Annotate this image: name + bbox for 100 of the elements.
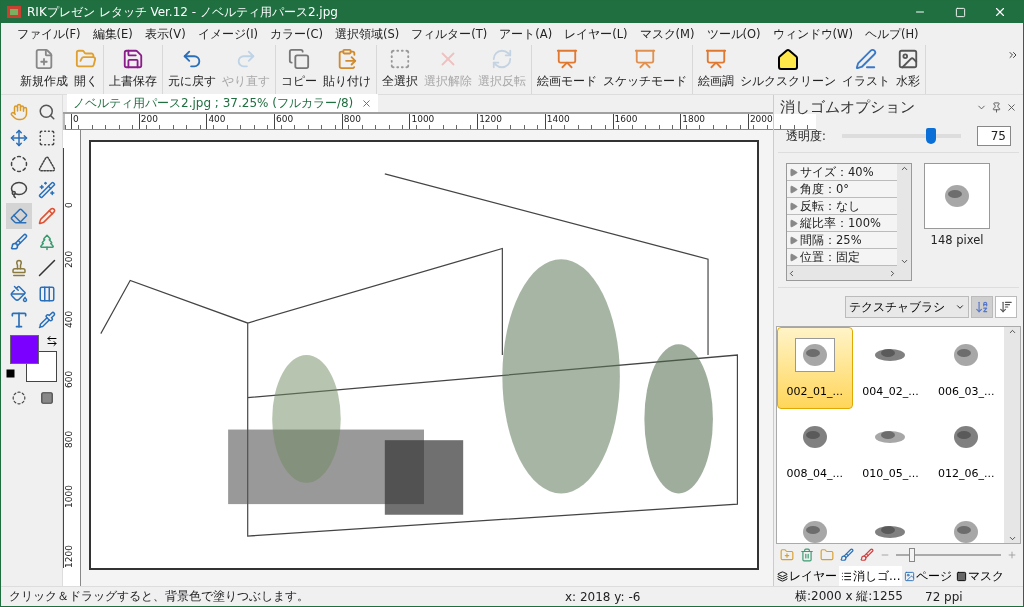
sort-name-button[interactable]	[971, 296, 993, 318]
sort-order-button[interactable]	[995, 296, 1017, 318]
square-icon	[956, 570, 968, 582]
close-icon[interactable]	[1006, 102, 1017, 113]
layers-icon	[777, 570, 788, 582]
panel-tab[interactable]: レイヤー	[775, 566, 839, 586]
menu-item[interactable]: 編集(E)	[86, 24, 139, 44]
easel-icon	[705, 48, 727, 70]
menu-item[interactable]: アート(A)	[493, 24, 559, 44]
chevron-down-icon[interactable]	[1007, 534, 1017, 543]
color-swatches-drawing[interactable]	[6, 335, 58, 383]
panel-tab[interactable]: ページ	[902, 566, 955, 586]
app-icon	[7, 6, 21, 18]
toolbar-button[interactable]: スケッチモード	[600, 45, 690, 94]
menu-item[interactable]: 選択領域(S)	[329, 24, 406, 44]
overflow-icon[interactable]	[1007, 49, 1019, 61]
menu-item[interactable]: ファイル(F)	[11, 24, 87, 44]
status-message: クリック＆ドラッグすると、背景色で塗りつぶします。	[9, 588, 310, 605]
line-icon	[38, 259, 56, 277]
chevron-down-icon[interactable]	[899, 257, 909, 266]
chevron-left-icon[interactable]	[787, 268, 796, 278]
toolbar-button[interactable]: 開く	[71, 45, 101, 94]
toolbar-button[interactable]: 絵画調	[695, 45, 737, 94]
menu-item[interactable]: カラー(C)	[264, 24, 330, 44]
ruler-label: 1000	[63, 448, 80, 508]
ruler-label: 1200	[477, 114, 545, 129]
eyedropper-icon	[38, 311, 56, 329]
add-brush-icon[interactable]	[840, 548, 854, 562]
chevron-right-icon[interactable]	[888, 268, 897, 278]
brush-item[interactable]: 004_02_...	[852, 327, 929, 409]
list-icon	[841, 570, 852, 582]
cursor-position: x: 2018 y: -6	[565, 589, 642, 604]
toolbar-button[interactable]: 元に戻す	[165, 45, 219, 94]
menu-item[interactable]: ヘルプ(H)	[858, 24, 925, 44]
menu-item[interactable]: 表示(V)	[138, 24, 192, 44]
panel-tab[interactable]: マスク	[954, 566, 1007, 586]
category-dropdown[interactable]: テクスチャブラシ	[845, 296, 969, 318]
toolbar-button[interactable]: 新規作成	[17, 45, 71, 94]
panel-tab[interactable]: 消しゴ...	[839, 566, 903, 586]
document-tab[interactable]: ノベルティ用パース2.jpg ; 37.25% (フルカラー/8)	[67, 94, 379, 112]
ruler-label: 600	[274, 114, 342, 129]
close-icon	[993, 5, 1007, 19]
toolbar-button[interactable]: 水彩	[893, 45, 923, 94]
opacity-field[interactable]: 75	[977, 126, 1011, 146]
scrollbar[interactable]	[1004, 327, 1020, 543]
folder-icon	[75, 48, 97, 70]
picture-icon	[904, 570, 916, 582]
brush-item[interactable]: 012_06_...	[928, 409, 1004, 491]
sort-icon	[999, 300, 1013, 314]
ruler-label: 800	[341, 114, 410, 129]
brush-item[interactable]: 010_05_...	[852, 409, 929, 491]
ruler-label: 1600	[612, 114, 681, 129]
menu-item[interactable]: レイヤー(L)	[558, 24, 634, 44]
brush-item[interactable]: 008_04_...	[777, 409, 853, 491]
menu-item[interactable]: ウィンドウ(W)	[766, 24, 859, 44]
brush-item[interactable]: 002_01_...	[777, 327, 853, 409]
scrollbar[interactable]	[897, 164, 911, 266]
stamp-icon	[10, 259, 28, 277]
paste-icon	[336, 48, 358, 70]
swap-icon[interactable]	[46, 335, 58, 347]
pin-icon[interactable]	[991, 102, 1002, 113]
brush-size: 148 pixel	[930, 233, 984, 247]
close-icon[interactable]	[361, 97, 373, 109]
hand-icon	[10, 103, 28, 121]
toolbar-button[interactable]: 全選択	[379, 45, 421, 94]
chevron-up-icon[interactable]	[899, 164, 909, 173]
remove-brush-icon[interactable]	[860, 548, 874, 562]
brush-item[interactable]: 006_03_...	[928, 327, 1004, 409]
ruler-label: 1800	[680, 114, 748, 129]
menu-item[interactable]: マスク(M)	[633, 24, 701, 44]
chevron-up-icon[interactable]	[1007, 327, 1017, 336]
picture-icon	[897, 48, 919, 70]
menu-item[interactable]: ツール(O)	[700, 24, 767, 44]
trash-icon[interactable]	[800, 548, 814, 562]
dashed-triangle-icon	[38, 155, 56, 173]
toolbar-button[interactable]: 絵画モード	[534, 45, 600, 94]
toolbar-button[interactable]: 上書保存	[106, 45, 160, 94]
pen-icon	[855, 48, 877, 70]
ruler-label: 600	[63, 328, 80, 388]
toolbar-button[interactable]: イラスト	[839, 45, 893, 94]
new-file-icon	[33, 48, 55, 70]
toolbar-button[interactable]: 貼り付け	[320, 45, 374, 94]
menu-item[interactable]: フィルター(T)	[405, 24, 494, 44]
toolbar-button[interactable]: シルクスクリーン	[737, 45, 839, 94]
sort-az-icon	[975, 300, 989, 314]
menu-item[interactable]: イメージ(I)	[191, 24, 265, 44]
caret-icon	[955, 302, 965, 312]
dashed-square-icon	[38, 129, 56, 147]
resolution: 72 ppi	[925, 589, 964, 604]
slider-thumb[interactable]	[908, 548, 915, 562]
toolbar-button[interactable]: コピー	[278, 45, 320, 94]
ruler-label: 1000	[409, 114, 478, 129]
circle-icon	[12, 391, 26, 405]
panel-title: 消しゴムオプション	[780, 98, 916, 117]
scrollbar[interactable]	[787, 266, 911, 280]
ruler-label: 0	[63, 148, 80, 208]
slider-thumb[interactable]	[926, 128, 937, 144]
lasso-icon	[10, 181, 28, 199]
ruler-label: 0	[71, 114, 139, 129]
ruler-label: 200	[138, 114, 207, 129]
